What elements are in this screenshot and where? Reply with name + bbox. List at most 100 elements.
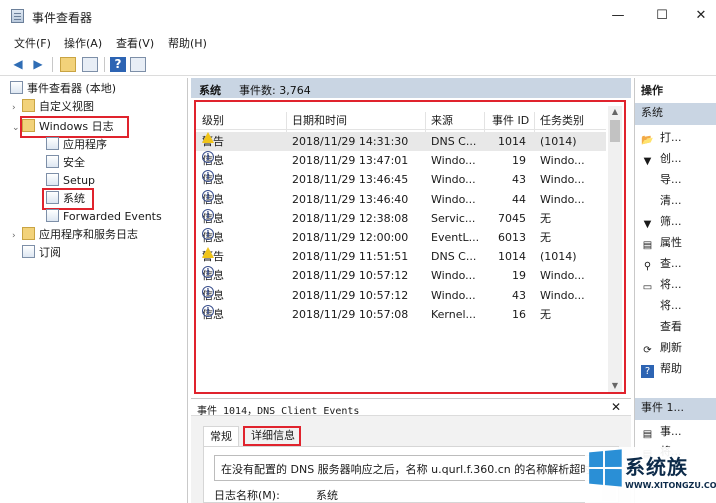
menu-action[interactable]: 操作(A) (64, 35, 102, 51)
center-pane: 系统 事件数: 3,764 级别 日期和时间 来源 事件 ID 任务类别 警告 2… (191, 78, 631, 503)
close-detail-button[interactable]: ✕ (611, 400, 621, 414)
table-row[interactable]: i 信息 2018/11/29 13:47:01 Windo... 19 Windo... (196, 151, 606, 170)
tree-item-security[interactable]: 安全 (46, 154, 85, 172)
tree-item-forwarded-events[interactable]: Forwarded Events (46, 208, 162, 226)
action-item[interactable]: 将... (641, 296, 682, 315)
menu-file[interactable]: 文件(F) (14, 35, 51, 51)
table-row[interactable]: i 信息 2018/11/29 10:57:12 Windo... 43 Windo... (196, 285, 606, 305)
action-item[interactable]: 导... (641, 170, 682, 189)
cell-task: (1014) (540, 250, 577, 264)
cell-level: i 信息 (202, 170, 224, 189)
chevron-right-icon[interactable]: › (12, 227, 22, 245)
action-item[interactable]: 📂 打... (641, 128, 682, 147)
actions-section-system[interactable]: 系统 (635, 103, 716, 125)
show-action-pane-icon[interactable] (130, 57, 146, 72)
cell-time: 2018/11/29 13:46:45 (292, 173, 409, 187)
action-label: 创... (660, 152, 682, 165)
event-detail-body: 常规 详细信息 在没有配置的 DNS 服务器响应之后，名称 u.qurl.f.3… (191, 416, 631, 503)
window-title: 事件查看器 (32, 11, 93, 25)
action-item[interactable]: 清... (641, 191, 682, 210)
action-item[interactable]: ▤ 属性 (641, 233, 682, 252)
action-item[interactable]: ⚲ 查... (641, 254, 682, 273)
action-label: 刷新 (660, 341, 682, 354)
event-message[interactable]: 在没有配置的 DNS 服务器响应之后，名称 u.qurl.f.360.cn 的名… (214, 455, 602, 481)
minimize-button[interactable]: — (608, 6, 628, 26)
cell-task: 无 (540, 307, 551, 321)
table-row[interactable]: i 信息 2018/11/29 10:57:08 Kernel... 16 无 (196, 304, 606, 324)
maximize-button[interactable]: ☐ (652, 6, 672, 26)
table-row[interactable]: i 信息 2018/11/29 13:46:40 Windo... 44 Windo... (196, 189, 606, 209)
action-item[interactable]: 查看 (641, 317, 682, 336)
scroll-up-icon[interactable]: ▲ (608, 106, 622, 118)
log-icon (46, 155, 59, 168)
scrollbar-thumb[interactable] (610, 120, 620, 142)
filter-icon: ▼ (643, 219, 652, 230)
tree-label-subscriptions: 订阅 (39, 246, 61, 259)
tab-general[interactable]: 常规 (203, 426, 239, 446)
cell-source: Windo... (431, 192, 476, 206)
help-icon[interactable]: ? (110, 57, 126, 72)
actions-section-event[interactable]: 事件 1... (635, 398, 716, 420)
cell-source: Windo... (431, 288, 476, 302)
menu-view[interactable]: 查看(V) (116, 35, 154, 51)
cell-level: 警告 (202, 247, 224, 266)
column-level[interactable]: 级别 (202, 112, 224, 128)
highlight-system (42, 188, 94, 210)
scroll-down-icon[interactable]: ▼ (608, 380, 622, 392)
action-item[interactable]: ▼ 创... (641, 149, 682, 168)
event-detail-header: 事件 1014，DNS Client Events ✕ (191, 398, 631, 417)
menu-help[interactable]: 帮助(H) (168, 35, 207, 51)
cell-source: DNS C... (431, 250, 477, 264)
show-hide-tree-icon[interactable] (82, 57, 98, 72)
log-name-label: 日志名称(M): (214, 489, 280, 502)
log-header: 系统 事件数: 3,764 (191, 78, 631, 98)
table-row[interactable]: i 信息 2018/11/29 10:57:12 Windo... 19 Windo... (196, 266, 606, 285)
cell-level: i 信息 (202, 304, 224, 324)
info-icon: i (202, 304, 214, 317)
table-row[interactable]: 警告 2018/11/29 14:31:30 DNS C... 1014 (1014) (196, 132, 606, 151)
action-label: 查看 (660, 320, 682, 333)
cell-time: 2018/11/29 11:51:51 (292, 250, 409, 264)
action-item[interactable]: ▭ 将... (641, 275, 682, 294)
chevron-right-icon[interactable]: › (12, 99, 22, 117)
tree-item-root[interactable]: 事件查看器 (本地) (10, 80, 116, 98)
toolbar: ◀ ▶ ? (0, 52, 716, 76)
action-item[interactable]: ? 帮助 (641, 359, 682, 378)
cell-level: i 信息 (202, 228, 224, 247)
cell-source: Servic... (431, 211, 476, 225)
tree-item-application[interactable]: 应用程序 (46, 136, 107, 154)
column-event-id[interactable]: 事件 ID (492, 112, 529, 128)
event-count: 事件数: 3,764 (239, 84, 311, 97)
cell-time: 2018/11/29 10:57:12 (292, 269, 409, 283)
event-list-scrollbar[interactable]: ▲ ▼ (608, 106, 622, 392)
cell-task: 无 (540, 211, 551, 225)
column-source[interactable]: 来源 (431, 112, 453, 128)
table-row[interactable]: i 信息 2018/11/29 12:00:00 EventL... 6013 无 (196, 228, 606, 247)
column-task-category[interactable]: 任务类别 (540, 112, 584, 128)
table-row[interactable]: 警告 2018/11/29 11:51:51 DNS C... 1014 (1014) (196, 247, 606, 266)
action-item[interactable]: ▤ 事... (641, 422, 682, 441)
cell-id: 44 (512, 192, 526, 206)
find-icon: ⚲ (643, 261, 652, 272)
tree-item-app-services-logs[interactable]: › 应用程序和服务日志 (12, 226, 138, 244)
action-label: 打... (660, 131, 682, 144)
cell-level: i 信息 (202, 189, 224, 209)
close-button[interactable]: ✕ (691, 6, 711, 26)
forward-arrow-icon[interactable]: ▶ (30, 57, 46, 72)
action-label: 筛... (660, 215, 682, 228)
up-folder-icon[interactable] (60, 57, 76, 72)
table-row[interactable]: i 信息 2018/11/29 12:38:08 Servic... 7045 无 (196, 208, 606, 228)
cell-id: 6013 (498, 231, 526, 244)
column-datetime[interactable]: 日期和时间 (292, 112, 347, 128)
tree-item-subscriptions[interactable]: 订阅 (22, 244, 61, 262)
table-row[interactable]: i 信息 2018/11/29 13:46:45 Windo... 43 Windo... (196, 170, 606, 189)
action-item[interactable]: ▼ 筛... (641, 212, 682, 231)
refresh-icon: ⟳ (643, 345, 652, 356)
cell-source: DNS C... (431, 135, 477, 148)
action-item[interactable]: ⟳ 刷新 (641, 338, 682, 357)
tree-item-custom-views[interactable]: › 自定义视图 (12, 98, 94, 116)
back-arrow-icon[interactable]: ◀ (10, 57, 26, 72)
action-label: 帮助 (660, 362, 682, 375)
action-label: 将... (660, 278, 682, 291)
action-label: 事... (660, 425, 682, 438)
